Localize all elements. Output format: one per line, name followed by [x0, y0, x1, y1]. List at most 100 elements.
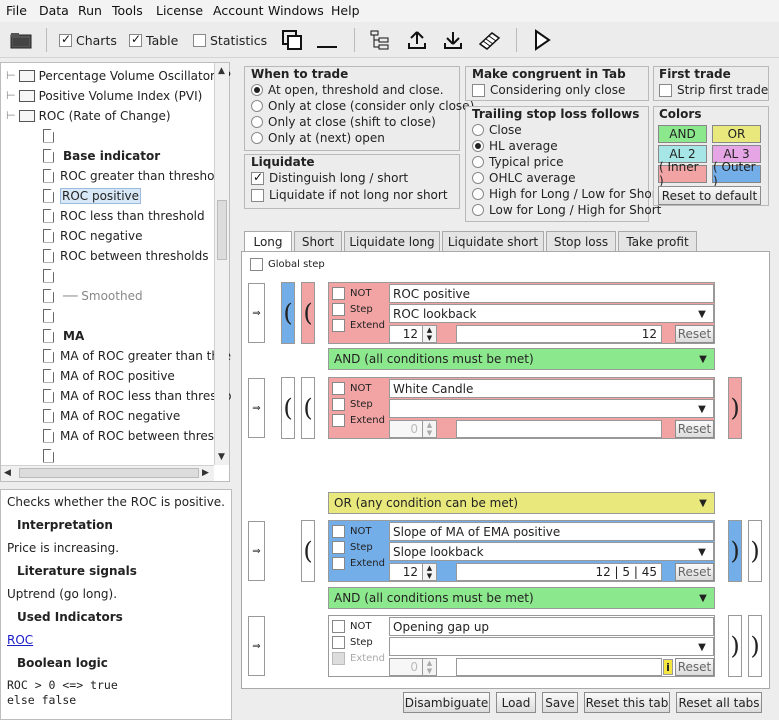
scroll-left-arrow-icon[interactable]: ◀	[4, 468, 11, 478]
block4-step[interactable]: Step	[332, 636, 373, 649]
block1-value-field[interactable]: 12	[456, 325, 662, 343]
tree-item[interactable]: Base indicator	[43, 146, 160, 165]
block1-step-checkbox[interactable]	[332, 303, 345, 316]
duplicate-window-button[interactable]	[281, 27, 303, 53]
tree-item[interactable]: MA of ROC positive	[43, 366, 175, 385]
strip-first-option[interactable]: Strip first trade	[659, 83, 768, 97]
block3-close-paren[interactable]: )	[728, 520, 742, 582]
link1-and-dropdown[interactable]: AND (all conditions must be met) ▼	[328, 348, 715, 370]
tree-item[interactable]: ⊢ ROC (Rate of Change)	[6, 106, 171, 125]
block3-param-dropdown[interactable]: Slope lookback ▼	[389, 542, 714, 561]
block2-extend[interactable]: Extend	[332, 414, 385, 427]
tab-long[interactable]: Long	[244, 231, 292, 252]
outer-color-button[interactable]: ( Outer )	[712, 160, 761, 188]
block3-step-checkbox[interactable]	[332, 541, 345, 554]
tree-item[interactable]: MA of ROC greater than thre	[43, 346, 231, 365]
tree-item[interactable]: ⊢ Positive Volume Index (PVI)	[6, 86, 202, 105]
trailing-option-0[interactable]: Close	[472, 123, 522, 137]
tree-item[interactable]	[43, 266, 60, 285]
block2-param-dropdown[interactable]: ▼	[389, 399, 714, 418]
block2-step-checkbox[interactable]	[332, 398, 345, 411]
minimize-button[interactable]	[316, 27, 338, 53]
tree-item[interactable]: ROC positive	[43, 186, 142, 205]
block2-not[interactable]: NOT	[332, 382, 371, 395]
tree-item[interactable]: ROC greater than threshold	[43, 166, 225, 185]
trailing-option-5[interactable]: Low for Long / High for Short	[472, 203, 661, 217]
trailing-option-3[interactable]: OHLC average	[472, 171, 575, 185]
block4-arrow-button[interactable]: ⇒	[248, 616, 265, 676]
radio-low-long[interactable]	[472, 204, 484, 216]
tree-item[interactable]: ⊢ Percentage Volume Oscillator (P	[6, 66, 231, 85]
block1-arrow-button[interactable]: ⇒	[248, 283, 265, 343]
tab-take-profit[interactable]: Take profit	[618, 231, 697, 251]
trailing-option-4[interactable]: High for Long / Low for Short	[472, 187, 661, 201]
menu-file[interactable]: File	[6, 3, 27, 18]
tree-scroll-thumb[interactable]	[217, 200, 227, 260]
tree-item[interactable]: MA of ROC negative	[43, 406, 180, 425]
block2-inner-paren[interactable]: (	[301, 377, 315, 439]
save-button[interactable]: Save	[542, 692, 578, 713]
menu-windows[interactable]: Windows	[268, 3, 324, 18]
block3-arrow-button[interactable]: ⇒	[248, 521, 265, 581]
block1-param-dropdown[interactable]: ROC lookback ▼	[389, 304, 714, 323]
block1-inner-paren[interactable]: (	[301, 282, 315, 344]
block3-extend-checkbox[interactable]	[332, 557, 345, 570]
block4-indicator-name[interactable]: Opening gap up	[389, 617, 714, 636]
tree-item[interactable]	[43, 306, 60, 325]
table-toggle[interactable]: Table	[129, 27, 178, 53]
tree-item[interactable]: MA of ROC between thresho	[43, 426, 229, 445]
spinner-arrows-icon[interactable]: ▲ ▼	[422, 564, 436, 580]
inner-color-button[interactable]: ( Inner )	[658, 160, 707, 188]
tree-item[interactable]: ROC negative	[43, 226, 142, 245]
disambiguate-button[interactable]: Disambiguate	[403, 692, 490, 713]
trailing-option-1[interactable]: HL average	[472, 139, 558, 153]
liquidate-not-option[interactable]: Liquidate if not long nor short	[251, 188, 448, 202]
block4-param-dropdown[interactable]: ▼	[389, 637, 714, 656]
tree-horizontal-scrollbar[interactable]: ◀ ▶	[1, 465, 214, 481]
block3-extend[interactable]: Extend	[332, 557, 385, 570]
charts-checkbox[interactable]	[59, 32, 72, 47]
tree-item[interactable]: MA	[43, 326, 84, 345]
radio-open-threshold-close[interactable]	[251, 84, 263, 96]
congruent-checkbox[interactable]	[472, 83, 485, 97]
roc-link[interactable]: ROC	[7, 633, 33, 647]
block2-reset-button[interactable]: Reset	[675, 420, 714, 438]
block1-outer-paren[interactable]: (	[281, 282, 295, 344]
congruent-option[interactable]: Considering only close	[472, 83, 625, 97]
global-step-option[interactable]: Global step	[250, 258, 325, 271]
tab-short[interactable]: Short	[294, 231, 342, 251]
tree-vertical-scrollbar[interactable]: ▲ ▼	[214, 63, 229, 465]
or-color-button[interactable]: OR	[712, 125, 761, 143]
tab-liquidate-long[interactable]: Liquidate long	[344, 231, 440, 251]
tree-hscroll-thumb[interactable]	[19, 468, 199, 478]
scroll-down-arrow-icon[interactable]: ▼	[218, 452, 225, 462]
radio-close[interactable]	[472, 124, 484, 136]
spinner-arrows-icon[interactable]: ▲ ▼	[422, 326, 436, 342]
reset-colors-button[interactable]: Reset to default	[658, 186, 761, 205]
scroll-up-arrow-icon[interactable]: ▲	[218, 66, 225, 76]
menu-data[interactable]: Data	[39, 3, 69, 18]
block2-step[interactable]: Step	[332, 398, 373, 411]
block3-reset-button[interactable]: Reset	[675, 563, 714, 581]
reset-all-tabs-button[interactable]: Reset all tabs	[676, 692, 762, 713]
tab-stop-loss[interactable]: Stop loss	[546, 231, 616, 251]
menu-account[interactable]: Account	[213, 3, 263, 18]
tree-item[interactable]	[43, 446, 60, 465]
block2-close-paren[interactable]: )	[728, 377, 742, 439]
statistics-checkbox[interactable]	[193, 33, 206, 47]
block2-indicator-name[interactable]: White Candle	[389, 379, 714, 398]
tree-item[interactable]: ── Smoothed	[43, 286, 143, 305]
block4-reset-button[interactable]: Reset	[675, 658, 714, 676]
block1-indicator-name[interactable]: ROC positive	[389, 284, 714, 303]
menu-tools[interactable]: Tools	[112, 3, 143, 18]
open-folder-button[interactable]	[10, 27, 32, 53]
menu-help[interactable]: Help	[331, 3, 360, 18]
block3-not[interactable]: NOT	[332, 525, 371, 538]
block3-value-field[interactable]: 12 | 5 | 45	[456, 563, 662, 581]
block4-close-paren[interactable]: )	[728, 615, 742, 677]
radio-next-open[interactable]	[251, 132, 263, 144]
radio-only-close-consider[interactable]	[251, 100, 263, 112]
tab-liquidate-short[interactable]: Liquidate short	[442, 231, 544, 251]
run-button[interactable]	[532, 27, 552, 53]
block1-spinner[interactable]: 12 ▲ ▼	[389, 325, 437, 343]
